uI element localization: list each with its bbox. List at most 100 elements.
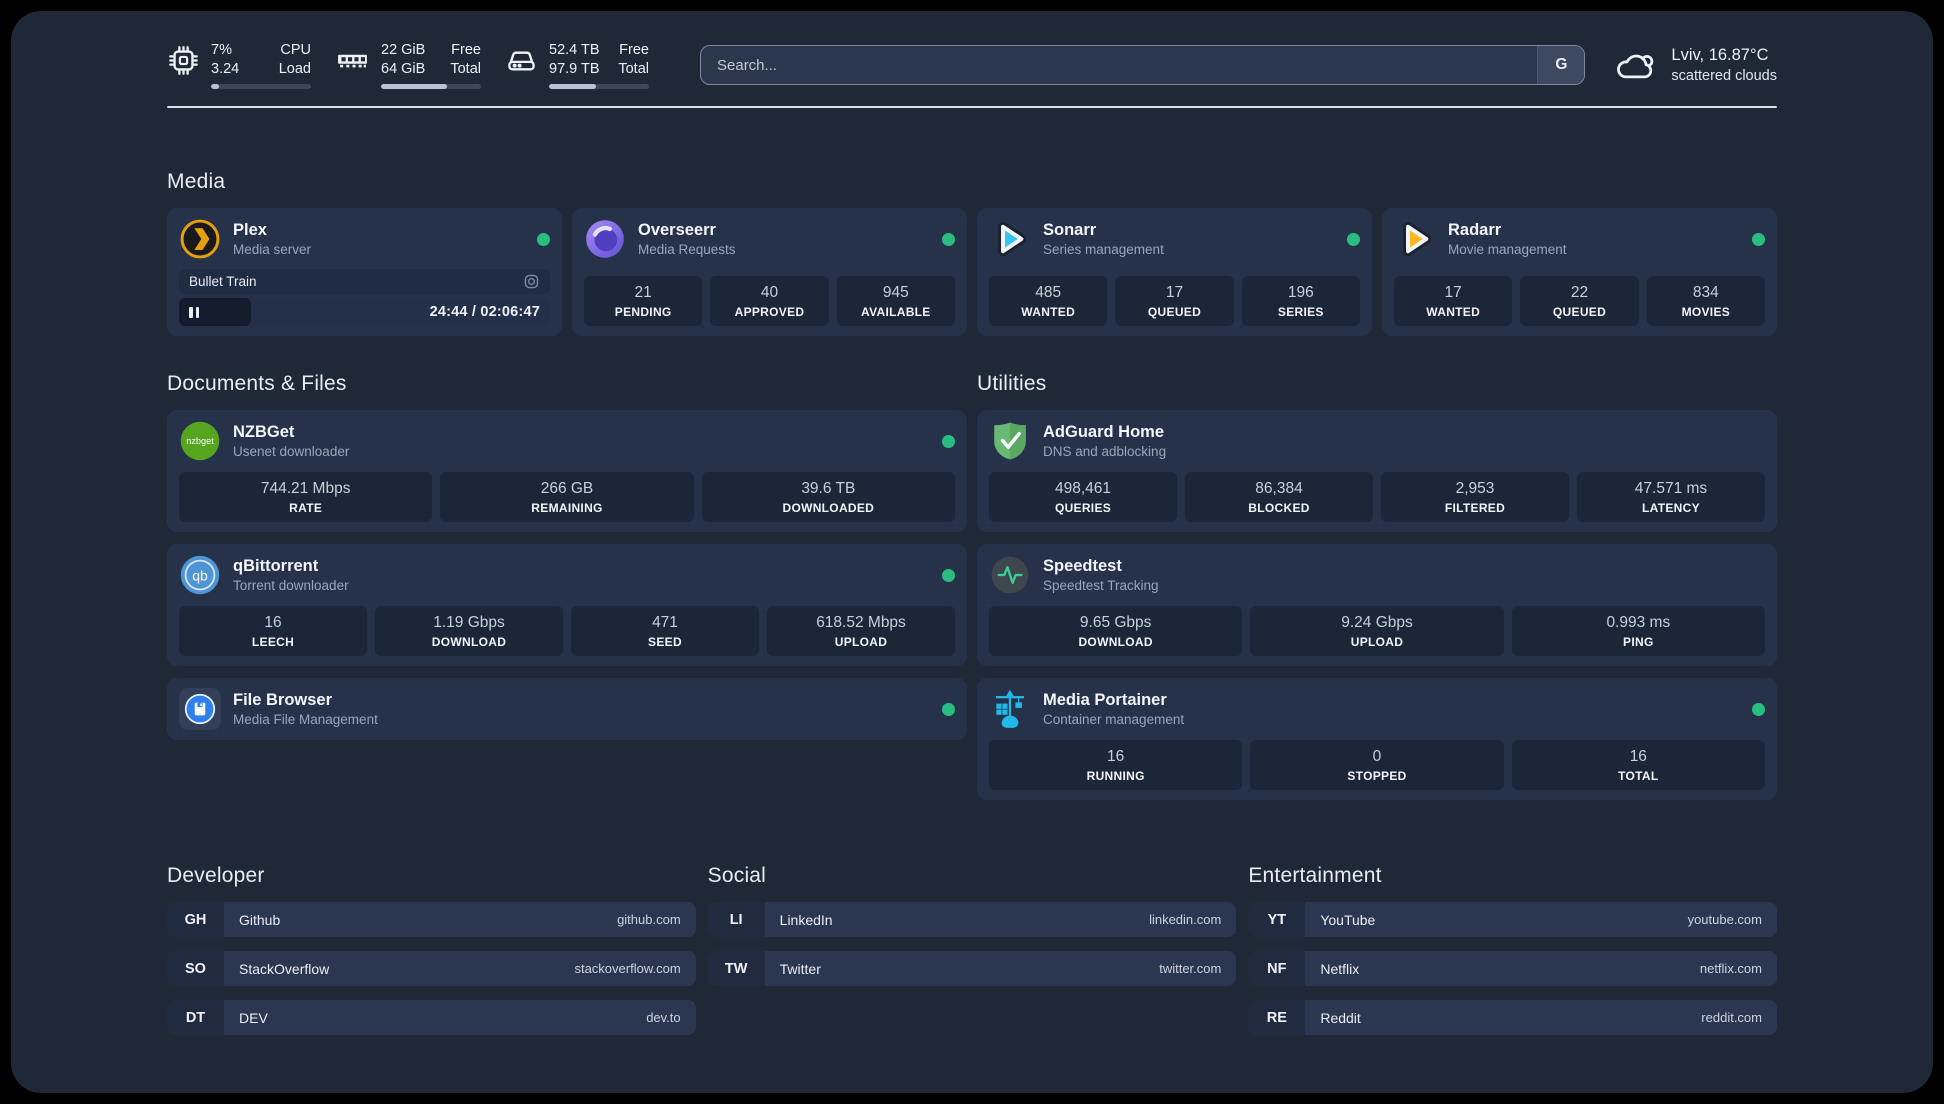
service-card-overseerr[interactable]: Overseerr Media Requests 21 PENDING 40 A… [572, 208, 967, 337]
section-title-utilities: Utilities [977, 372, 1047, 396]
service-card-speedtest[interactable]: Speedtest Speedtest Tracking 9.65 Gbps D… [977, 544, 1777, 667]
bookmark-github[interactable]: GH Github github.com [167, 902, 696, 938]
stat-label: UPLOAD [834, 635, 888, 650]
qbittorrent-logo-icon: qb [179, 554, 221, 596]
stat-series: 196 SERIES [1241, 276, 1360, 327]
memory-total-value: 64 GiB [381, 61, 426, 78]
stat-queries: 498,461 QUERIES [989, 472, 1177, 523]
search-bar[interactable]: G [700, 45, 1586, 86]
search-input[interactable] [701, 46, 1538, 85]
now-playing-title: Bullet Train [189, 274, 257, 290]
stat-value: 86,384 [1255, 480, 1303, 498]
stat-total: 16 TOTAL [1511, 740, 1765, 791]
bookmark-name: Netflix [1320, 960, 1360, 977]
bookmark-abbr: TW [707, 951, 765, 987]
stat-pending: 21 PENDING [584, 276, 703, 327]
stat-queued: 17 QUEUED [1115, 276, 1234, 327]
bookmark-abbr: YT [1248, 902, 1306, 938]
bookmark-name: DEV [239, 1009, 268, 1026]
now-playing-row: Bullet Train [179, 269, 550, 295]
stat-value: 39.6 TB [801, 480, 856, 498]
bookmark-domain: dev.to [646, 1010, 681, 1026]
bookmark-twitter[interactable]: TW Twitter twitter.com [707, 951, 1237, 987]
stat-value: 0.993 ms [1606, 614, 1671, 632]
service-card-portainer[interactable]: Media Portainer Container management 16 … [977, 678, 1777, 801]
service-card-radarr[interactable]: Radarr Movie management 17 WANTED 22 QUE… [1382, 208, 1777, 337]
stat-label: QUEUED [1147, 305, 1202, 320]
service-name: AdGuard Home [1043, 423, 1165, 442]
bookmark-abbr: SO [167, 951, 224, 987]
service-subtitle: Speedtest Tracking [1043, 578, 1159, 594]
service-card-filebrowser[interactable]: File Browser Media File Management [167, 678, 967, 741]
bookmark-stackoverflow[interactable]: SO StackOverflow stackoverflow.com [167, 951, 696, 987]
section-title-entertainment: Entertainment [1248, 864, 1382, 888]
bookmark-youtube[interactable]: YT YouTube youtube.com [1248, 902, 1777, 938]
memory-widget: 22 GiB 64 GiB Free Total [335, 41, 481, 90]
stat-stopped: 0 STOPPED [1250, 740, 1504, 791]
service-name: qBittorrent [233, 557, 319, 576]
service-name: NZBGet [233, 423, 295, 442]
hard-drive-icon [505, 44, 538, 77]
status-online-dot [942, 702, 955, 716]
stat-value: 834 [1692, 284, 1719, 302]
service-subtitle: Media Requests [638, 242, 736, 258]
stat-value: 0 [1372, 748, 1382, 766]
service-card-adguard[interactable]: AdGuard Home DNS and adblocking 498,461 … [977, 410, 1777, 533]
stat-value: 9.65 Gbps [1079, 614, 1152, 632]
section-title-social: Social [707, 864, 767, 888]
service-subtitle: Movie management [1448, 242, 1567, 258]
service-name: Overseerr [638, 221, 716, 240]
video-camera-icon [523, 273, 540, 290]
bookmark-linkedin[interactable]: LI LinkedIn linkedin.com [707, 902, 1237, 938]
bookmark-abbr: GH [167, 902, 224, 938]
service-card-qbittorrent[interactable]: qb qBittorrent Torrent downloader 16 LEE… [167, 544, 967, 667]
service-subtitle: Media server [233, 242, 312, 258]
bookmark-name: Reddit [1320, 1009, 1361, 1026]
stat-value: 196 [1287, 284, 1314, 302]
stat-seed: 471 SEED [571, 606, 759, 657]
stat-running: 16 RUNNING [989, 740, 1243, 791]
stat-blocked: 86,384 BLOCKED [1185, 472, 1373, 523]
bookmark-domain: twitter.com [1159, 961, 1222, 977]
bookmark-netflix[interactable]: NF Netflix netflix.com [1248, 951, 1777, 987]
nzbget-logo-icon: nzbget [179, 420, 221, 462]
top-bar: 7% 3.24 CPU Load 22 GiB 64 GiB Free Tota… [167, 41, 1777, 90]
stat-label: LEECH [251, 635, 295, 650]
bookmark-name: StackOverflow [239, 960, 330, 977]
weather-widget[interactable]: Lviv, 16.87°C scattered clouds [1612, 43, 1777, 87]
stat-label: WANTED [1426, 305, 1481, 320]
bookmark-dev[interactable]: DT DEV dev.to [167, 1000, 696, 1036]
service-card-nzbget[interactable]: nzbget NZBGet Usenet downloader 744.21 M… [167, 410, 967, 533]
search-provider-button[interactable]: G [1537, 46, 1585, 85]
memory-free-value: 22 GiB [381, 42, 426, 58]
stat-value: 16 [1107, 748, 1125, 766]
stat-value: 21 [634, 284, 652, 302]
status-online-dot [942, 568, 955, 582]
section-title-documents: Documents & Files [167, 372, 347, 396]
bookmark-reddit[interactable]: RE Reddit reddit.com [1248, 1000, 1777, 1036]
disk-total-label: Total [618, 61, 649, 78]
speedtest-logo-icon [989, 554, 1031, 596]
stat-value: 266 GB [540, 480, 594, 498]
section-title-developer: Developer [167, 864, 265, 888]
cloud-icon [1612, 43, 1658, 87]
stat-label: AVAILABLE [861, 305, 931, 320]
stat-filtered: 2,953 FILTERED [1381, 472, 1569, 523]
cpu-percent: 7% [211, 42, 232, 58]
stat-latency: 47.571 ms LATENCY [1577, 472, 1765, 523]
pause-icon[interactable] [189, 306, 199, 318]
status-online-dot [1752, 232, 1765, 246]
stat-label: RUNNING [1086, 769, 1145, 784]
stat-approved: 40 APPROVED [710, 276, 829, 327]
ram-icon [335, 44, 370, 77]
service-name: Media Portainer [1043, 691, 1167, 710]
service-card-sonarr[interactable]: Sonarr Series management 485 WANTED 17 Q… [977, 208, 1372, 337]
service-card-plex[interactable]: Plex Media server Bullet Train 24:44 / 0… [167, 208, 562, 337]
stat-label: PING [1623, 635, 1654, 650]
stat-value: 17 [1444, 284, 1462, 302]
bookmark-domain: linkedin.com [1149, 912, 1222, 928]
stat-label: REMAINING [531, 501, 603, 516]
bookmark-domain: stackoverflow.com [574, 961, 681, 977]
bookmark-domain: reddit.com [1701, 1010, 1762, 1026]
bookmark-name: LinkedIn [779, 911, 833, 928]
